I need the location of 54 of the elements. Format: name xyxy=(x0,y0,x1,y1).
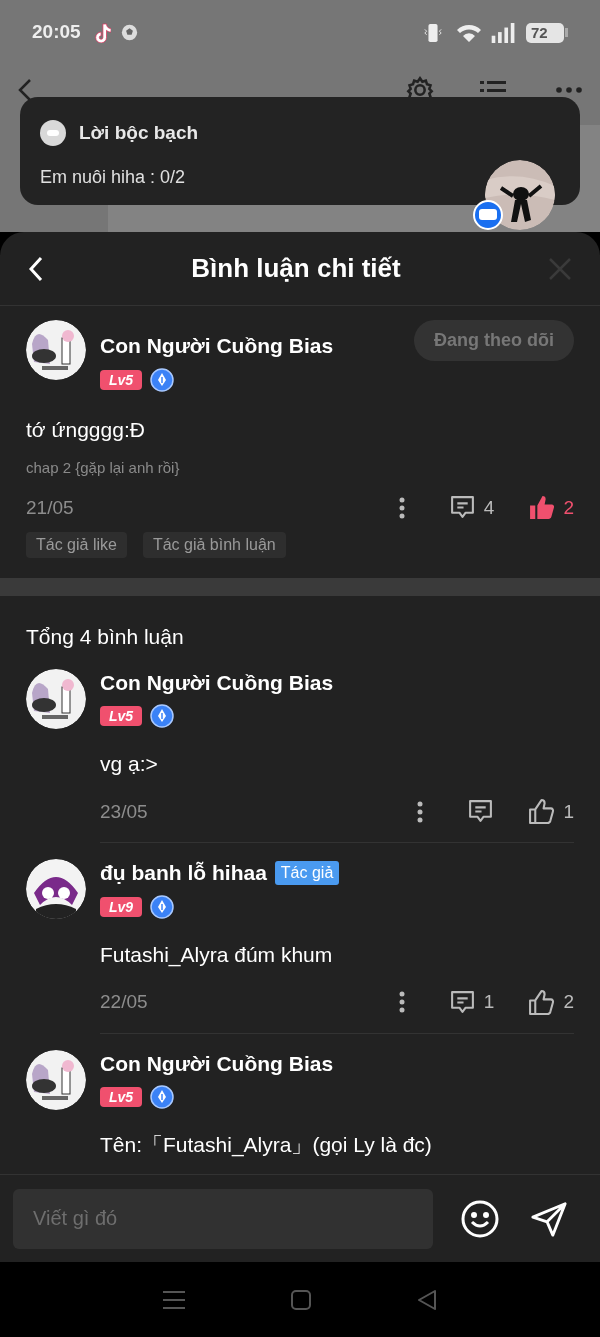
comment-date: 21/05 xyxy=(26,495,75,520)
comment-count: Tổng 4 bình luận xyxy=(25,624,185,650)
signal-icon xyxy=(491,22,516,43)
level-badge: Lv5 xyxy=(100,369,143,390)
chat-app-icon[interactable] xyxy=(473,200,503,230)
like-button[interactable]: 2 xyxy=(528,988,574,1017)
comment-text: Futashi_Alyra đúm khum xyxy=(100,941,333,969)
notification-card[interactable]: Lời bộc bạch Em nuôi hiha : 0/2 xyxy=(20,97,580,205)
level-badge: Lv9 xyxy=(100,896,143,917)
battery-indicator: 72 xyxy=(526,22,564,43)
author-name: Con Người Cuồng Bias xyxy=(100,333,334,359)
thumbs-up-icon xyxy=(528,494,556,522)
tag: Tác giả like xyxy=(26,532,127,558)
more-icon[interactable] xyxy=(417,800,424,823)
ball-icon xyxy=(120,24,138,41)
thumbs-up-icon xyxy=(528,798,556,826)
message-icon xyxy=(40,120,66,147)
send-icon[interactable] xyxy=(530,1199,568,1238)
author-name: Con Người Cuồng Bias xyxy=(100,1050,334,1077)
more-icon[interactable] xyxy=(398,496,405,519)
reply-button[interactable]: 4 xyxy=(448,493,495,522)
comment-icon xyxy=(448,988,476,1016)
status-time: 20:05 xyxy=(32,20,81,45)
verified-badge-icon xyxy=(150,1085,175,1109)
reply-button[interactable]: 1 xyxy=(448,988,495,1017)
more-icon[interactable] xyxy=(556,87,582,93)
thumbs-up-icon xyxy=(528,988,556,1016)
notification-text: Em nuôi hiha : 0/2 xyxy=(40,165,186,189)
verified-badge-icon xyxy=(150,704,175,728)
home-icon[interactable] xyxy=(291,1289,311,1310)
more-icon[interactable] xyxy=(398,991,405,1014)
level-badge: Lv5 xyxy=(100,706,143,726)
author-name: Con Người Cuồng Bias xyxy=(100,669,334,696)
app-notification-icon xyxy=(92,22,111,43)
like-button[interactable]: 2 xyxy=(528,493,574,522)
comment-input[interactable]: Viết gì đó xyxy=(13,1188,433,1249)
verified-badge-icon xyxy=(150,894,175,919)
notification-title: Lời bộc bạch xyxy=(79,121,199,145)
tag: Tác giả bình luận xyxy=(142,532,286,558)
chapter-link[interactable]: chap 2 {gặp lại anh rồi} xyxy=(26,457,180,480)
comment-text: vg ạ:> xyxy=(100,751,158,777)
verified-badge-icon xyxy=(150,367,175,392)
sheet-title: Bình luận chi tiết xyxy=(190,252,402,285)
level-badge: Lv5 xyxy=(100,1087,143,1107)
emoji-icon[interactable] xyxy=(460,1198,500,1239)
like-button[interactable]: 1 xyxy=(528,797,574,826)
author-name: đụ banh lỗ hihaa xyxy=(100,860,267,886)
author-badge: Tác giả xyxy=(274,860,340,885)
vibrate-icon xyxy=(423,21,443,44)
comment-date: 23/05 xyxy=(100,799,149,824)
comment-text: tớ ứngggg:Đ xyxy=(26,416,145,443)
comment-date: 22/05 xyxy=(100,990,149,1014)
comment-text: Tên:「Futashi_Alyra」(gọi Ly là đc) xyxy=(100,1132,432,1159)
menu-icon[interactable] xyxy=(163,1289,185,1310)
